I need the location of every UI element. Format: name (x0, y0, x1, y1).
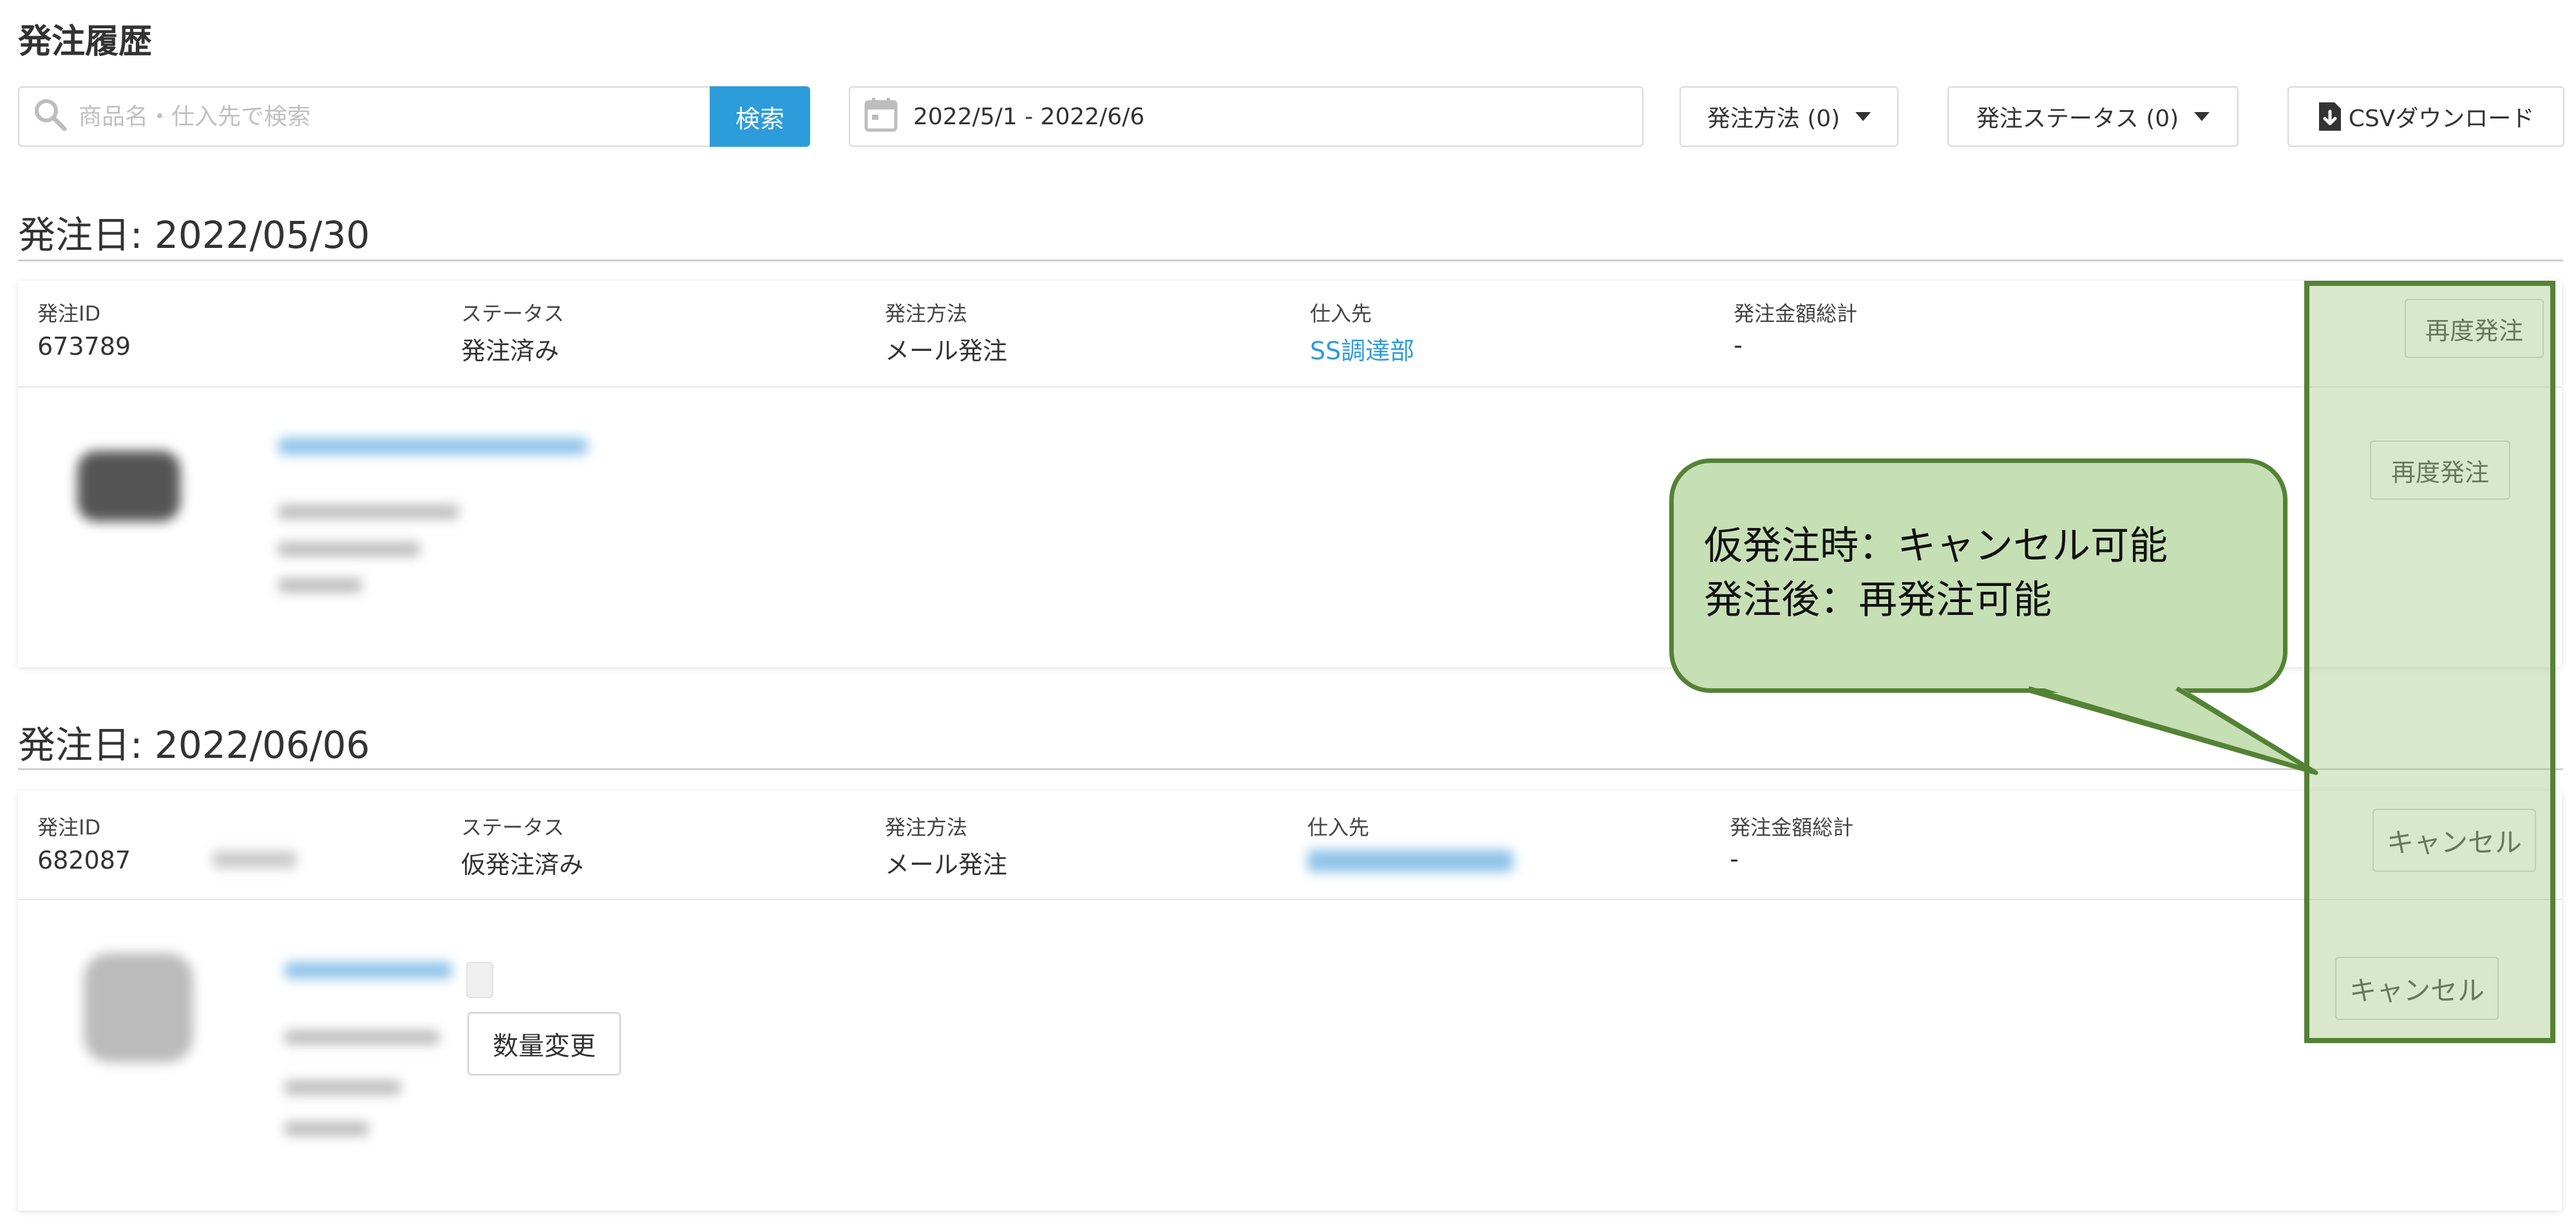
product-detail-line (285, 1122, 368, 1136)
file-download-icon (2318, 102, 2341, 131)
quantity-input[interactable] (466, 962, 493, 998)
search-icon (35, 99, 67, 131)
order-card (18, 791, 2562, 1211)
page-title: 発注履歴 (18, 23, 153, 61)
product-detail-line (278, 542, 420, 556)
product-thumbnail (84, 953, 193, 1062)
product-detail-line (285, 1080, 401, 1095)
supplier-label: 仕入先 (1310, 301, 1372, 326)
method-value: メール発注 (885, 851, 1008, 879)
section-divider (18, 768, 2563, 770)
search-input[interactable] (77, 86, 696, 147)
date-range-value: 2022/5/1 - 2022/6/6 (913, 103, 1145, 130)
calendar-icon (864, 98, 898, 132)
product-thumbnail (77, 451, 180, 522)
csv-download-button[interactable]: CSVダウンロード (2287, 86, 2564, 147)
callout-text: 仮発注時：キャンセル可能 発注後：再発注可能 (1704, 519, 2168, 627)
action-column-highlight (2304, 281, 2555, 1043)
product-detail-line (285, 1030, 439, 1044)
supplier-link[interactable]: SS調達部 (1310, 331, 1414, 366)
status-label: ステータス (461, 301, 565, 326)
product-detail-line (278, 505, 459, 519)
method-value: メール発注 (885, 337, 1008, 365)
order-id-label: 発注ID (37, 815, 101, 840)
total-value: - (1734, 331, 1743, 359)
csv-download-label: CSVダウンロード (2348, 106, 2535, 132)
order-date-heading: 発注日: 2022/05/30 (18, 213, 370, 257)
status-value: 発注済み (461, 337, 560, 365)
caret-down-icon (2194, 112, 2210, 121)
card-divider (18, 899, 2562, 900)
order-status-filter-label: 発注ステータス (0) (1976, 106, 2179, 132)
callout-line-2: 発注後：再発注可能 (1704, 578, 2052, 623)
callout-line-1: 仮発注時：キャンセル可能 (1704, 523, 2168, 569)
order-id-value: 673789 (37, 332, 131, 361)
product-name-link[interactable] (278, 438, 587, 455)
total-label: 発注金額総計 (1734, 301, 1858, 326)
search-button[interactable]: 検索 (710, 86, 810, 147)
status-value: 仮発注済み (461, 851, 584, 879)
order-id-value: 682087 (37, 846, 131, 874)
product-detail-line (278, 578, 362, 592)
status-label: ステータス (461, 815, 565, 840)
supplier-link[interactable] (1307, 850, 1513, 872)
order-status-filter[interactable]: 発注ステータス (0) (1947, 86, 2239, 147)
supplier-label: 仕入先 (1307, 815, 1370, 840)
section-divider (18, 259, 2563, 261)
total-label: 発注金額総計 (1730, 815, 1854, 840)
total-value: - (1730, 845, 1739, 873)
product-name-link[interactable] (285, 962, 452, 979)
order-method-filter[interactable]: 発注方法 (0) (1680, 86, 1899, 147)
order-method-filter-label: 発注方法 (0) (1707, 106, 1841, 132)
caret-down-icon (1855, 112, 1871, 121)
order-date-heading: 発注日: 2022/06/06 (18, 723, 370, 767)
method-label: 発注方法 (885, 815, 968, 840)
order-id-label: 発注ID (37, 301, 101, 326)
card-divider (18, 386, 2562, 388)
method-label: 発注方法 (885, 301, 968, 326)
change-quantity-button[interactable]: 数量変更 (468, 1012, 621, 1075)
redacted-text (213, 851, 296, 868)
